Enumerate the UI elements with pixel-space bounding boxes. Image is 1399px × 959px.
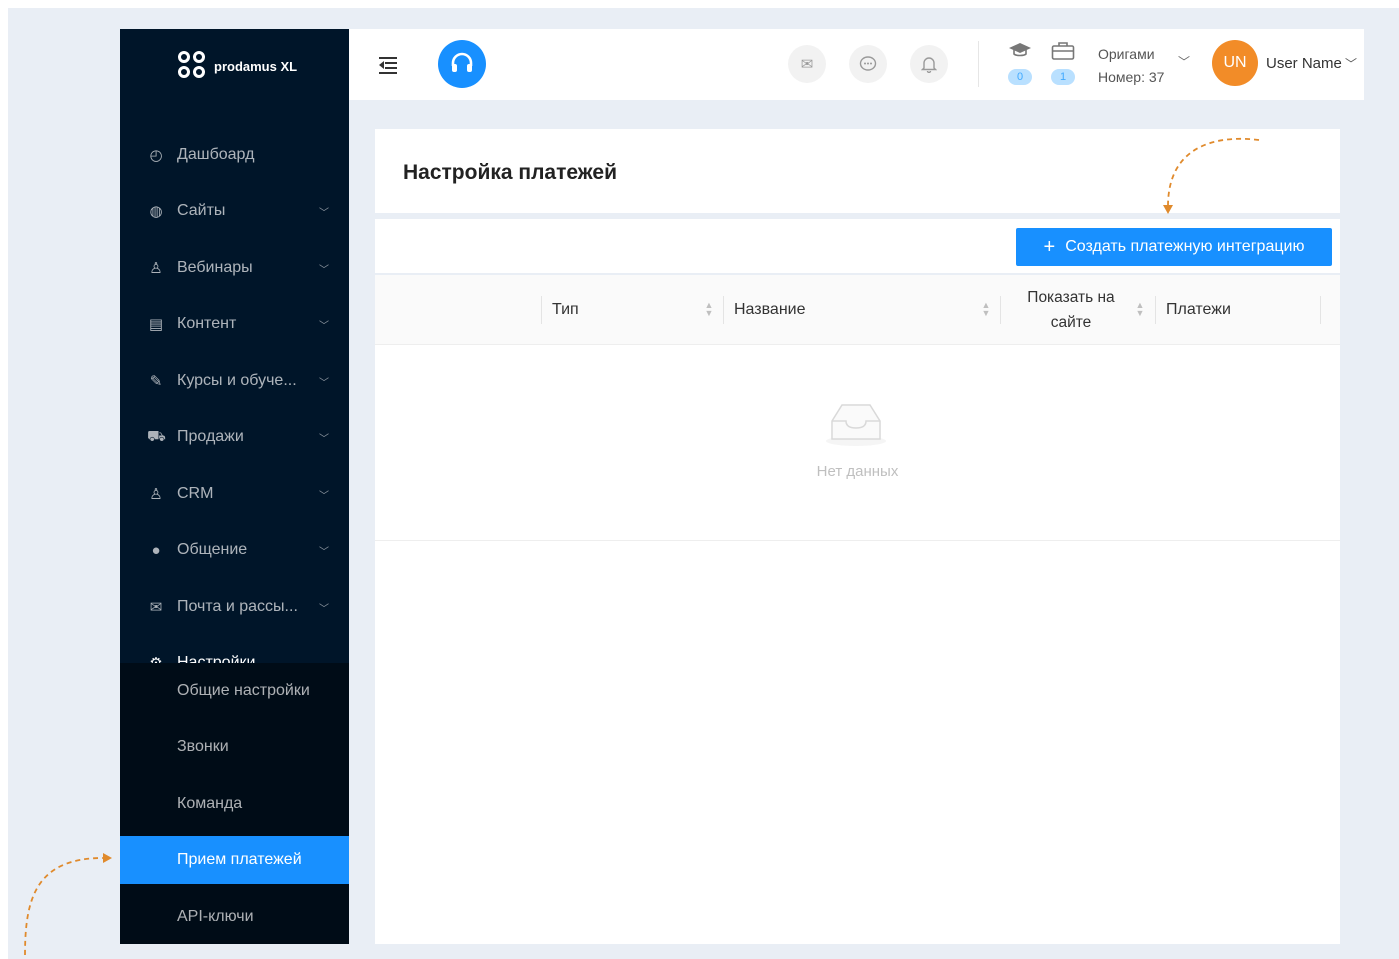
avatar[interactable]: UN: [1212, 40, 1258, 86]
sidebar-item-label: Курсы и обуче...: [177, 372, 297, 389]
headset-icon: [451, 52, 473, 72]
header-divider: [978, 41, 979, 87]
user-name[interactable]: User Name: [1266, 55, 1342, 72]
sidebar-item-label: Сайты: [177, 202, 226, 219]
sidebar-subitem-4[interactable]: API-ключи: [120, 893, 349, 941]
chat-icon: ●: [151, 541, 161, 559]
column-label: Тип: [552, 301, 579, 318]
empty-inbox-icon: [826, 404, 886, 446]
dashboard-icon: ◴: [149, 147, 163, 164]
sidebar-item-label: Контент: [177, 315, 237, 332]
sidebar-item-label: Дашбоард: [177, 146, 255, 163]
sidebar-item-0[interactable]: ◴ Дашбоард: [120, 130, 349, 180]
empty-text: Нет данных: [816, 463, 899, 480]
mail-icon: ✉: [149, 599, 163, 616]
sidebar-item-1[interactable]: ◍ Сайты ﹀: [120, 186, 349, 236]
column-label: Показать на сайте: [1027, 289, 1115, 331]
sort-icon[interactable]: ▲ ▼: [980, 301, 992, 318]
sidebar: prodamus XL ◴ Дашбоард ◍ Сайты ﹀ ♙ Вебинары ﹀ ▤ К…: [120, 29, 349, 944]
mail-button[interactable]: ✉: [788, 45, 826, 83]
company-name: Оригами: [1098, 46, 1155, 62]
cart-icon: ⛟: [147, 427, 166, 445]
sidebar-item-4[interactable]: ✎ Курсы и обуче... ﹀: [120, 356, 349, 406]
projects-count-badge: 1: [1051, 69, 1075, 85]
page-header-card: Настройка платежей: [375, 129, 1340, 213]
globe-icon: ◍: [149, 203, 163, 220]
column-separator: [1320, 296, 1321, 324]
chevron-down-icon: ﹀: [319, 433, 329, 445]
column-header-show-on-site[interactable]: Показать на сайте: [1015, 275, 1127, 345]
column-label: Название: [734, 301, 806, 318]
logo-mark-icon: [178, 51, 208, 81]
chevron-down-icon: ﹀: [319, 207, 329, 219]
sidebar-item-label: Вебинары: [177, 259, 253, 276]
chevron-down-icon: ﹀: [319, 320, 329, 332]
empty-state: Нет данных: [375, 345, 1340, 541]
table-toolbar: + Создать платежную интеграцию: [375, 219, 1340, 273]
sort-icon[interactable]: ▲ ▼: [703, 301, 715, 318]
column-header-type[interactable]: Тип: [552, 275, 579, 345]
sidebar-item-label: Почта и рассы...: [177, 598, 298, 615]
chevron-down-icon[interactable]: ﹀: [1178, 53, 1190, 70]
logo[interactable]: prodamus XL: [178, 51, 297, 81]
sidebar-item-5[interactable]: ⛟ Продажи ﹀: [120, 412, 349, 462]
create-button-label: Создать платежную интеграцию: [1065, 238, 1305, 255]
top-header: ✉ 0 1 Оригами Номер: 37 ﹀ UN User Name ﹀: [349, 29, 1364, 100]
chevron-down-icon: ﹀: [319, 603, 329, 615]
sort-icon[interactable]: ▲ ▼: [1134, 301, 1146, 318]
chevron-down-icon: ﹀: [319, 490, 329, 502]
payments-table: Тип ▲ ▼ Название ▲ ▼ Показать на сайте ▲ ▼ …: [375, 275, 1340, 944]
sidebar-subitem-0[interactable]: Общие настройки: [120, 667, 349, 715]
logo-text: prodamus XL: [214, 58, 298, 74]
support-button[interactable]: [438, 40, 486, 88]
content-icon: ▤: [148, 316, 164, 333]
bell-icon: [921, 57, 937, 73]
column-separator: [723, 296, 724, 324]
chevron-down-icon: ﹀: [319, 264, 329, 276]
briefcase-icon[interactable]: [1049, 41, 1077, 66]
plus-icon: +: [1043, 236, 1056, 258]
sidebar-item-label: CRM: [177, 485, 214, 502]
company-selector[interactable]: Оригами Номер: 37: [1098, 43, 1164, 89]
sidebar-item-label: Общение: [177, 541, 248, 558]
sidebar-item-label: Продажи: [177, 428, 244, 445]
graduation-cap-icon[interactable]: [1006, 41, 1034, 64]
envelope-icon: ✉: [800, 56, 814, 73]
page-title: Настройка платежей: [403, 161, 617, 184]
column-header-payments[interactable]: Платежи: [1166, 275, 1231, 345]
column-header-name[interactable]: Название: [734, 275, 806, 345]
column-label: Платежи: [1166, 301, 1231, 318]
column-separator: [1000, 296, 1001, 324]
courses-count-badge: 0: [1008, 69, 1032, 85]
sidebar-item-8[interactable]: ✉ Почта и рассы... ﹀: [120, 582, 349, 632]
sidebar-subitem-2[interactable]: Команда: [120, 780, 349, 828]
sidebar-item-3[interactable]: ▤ Контент ﹀: [120, 299, 349, 349]
sidebar-subitem-3[interactable]: Прием платежей: [120, 836, 349, 884]
user-menu-chevron-icon[interactable]: ﹀: [1345, 55, 1357, 72]
column-separator: [1155, 296, 1156, 324]
column-separator: [541, 296, 542, 324]
edit-icon: ✎: [149, 373, 163, 390]
notifications-button[interactable]: [910, 45, 948, 83]
sidebar-item-7[interactable]: ● Общение ﹀: [120, 525, 349, 575]
table-header: Тип ▲ ▼ Название ▲ ▼ Показать на сайте ▲ ▼ …: [375, 275, 1340, 345]
chevron-down-icon: ﹀: [319, 546, 329, 558]
company-number: Номер: 37: [1098, 69, 1165, 85]
create-payment-integration-button[interactable]: + Создать платежную интеграцию: [1016, 228, 1332, 266]
menu-toggle-icon[interactable]: [375, 55, 397, 75]
messages-button[interactable]: [849, 45, 887, 83]
sidebar-subitem-1[interactable]: Звонки: [120, 723, 349, 771]
sidebar-item-6[interactable]: ♙ CRM ﹀: [120, 469, 349, 519]
user-icon: ♙: [149, 486, 163, 503]
sidebar-item-2[interactable]: ♙ Вебинары ﹀: [120, 243, 349, 293]
chat-bubble-icon: [859, 56, 877, 71]
chevron-down-icon: ﹀: [319, 377, 329, 389]
webinar-icon: ♙: [149, 260, 163, 277]
